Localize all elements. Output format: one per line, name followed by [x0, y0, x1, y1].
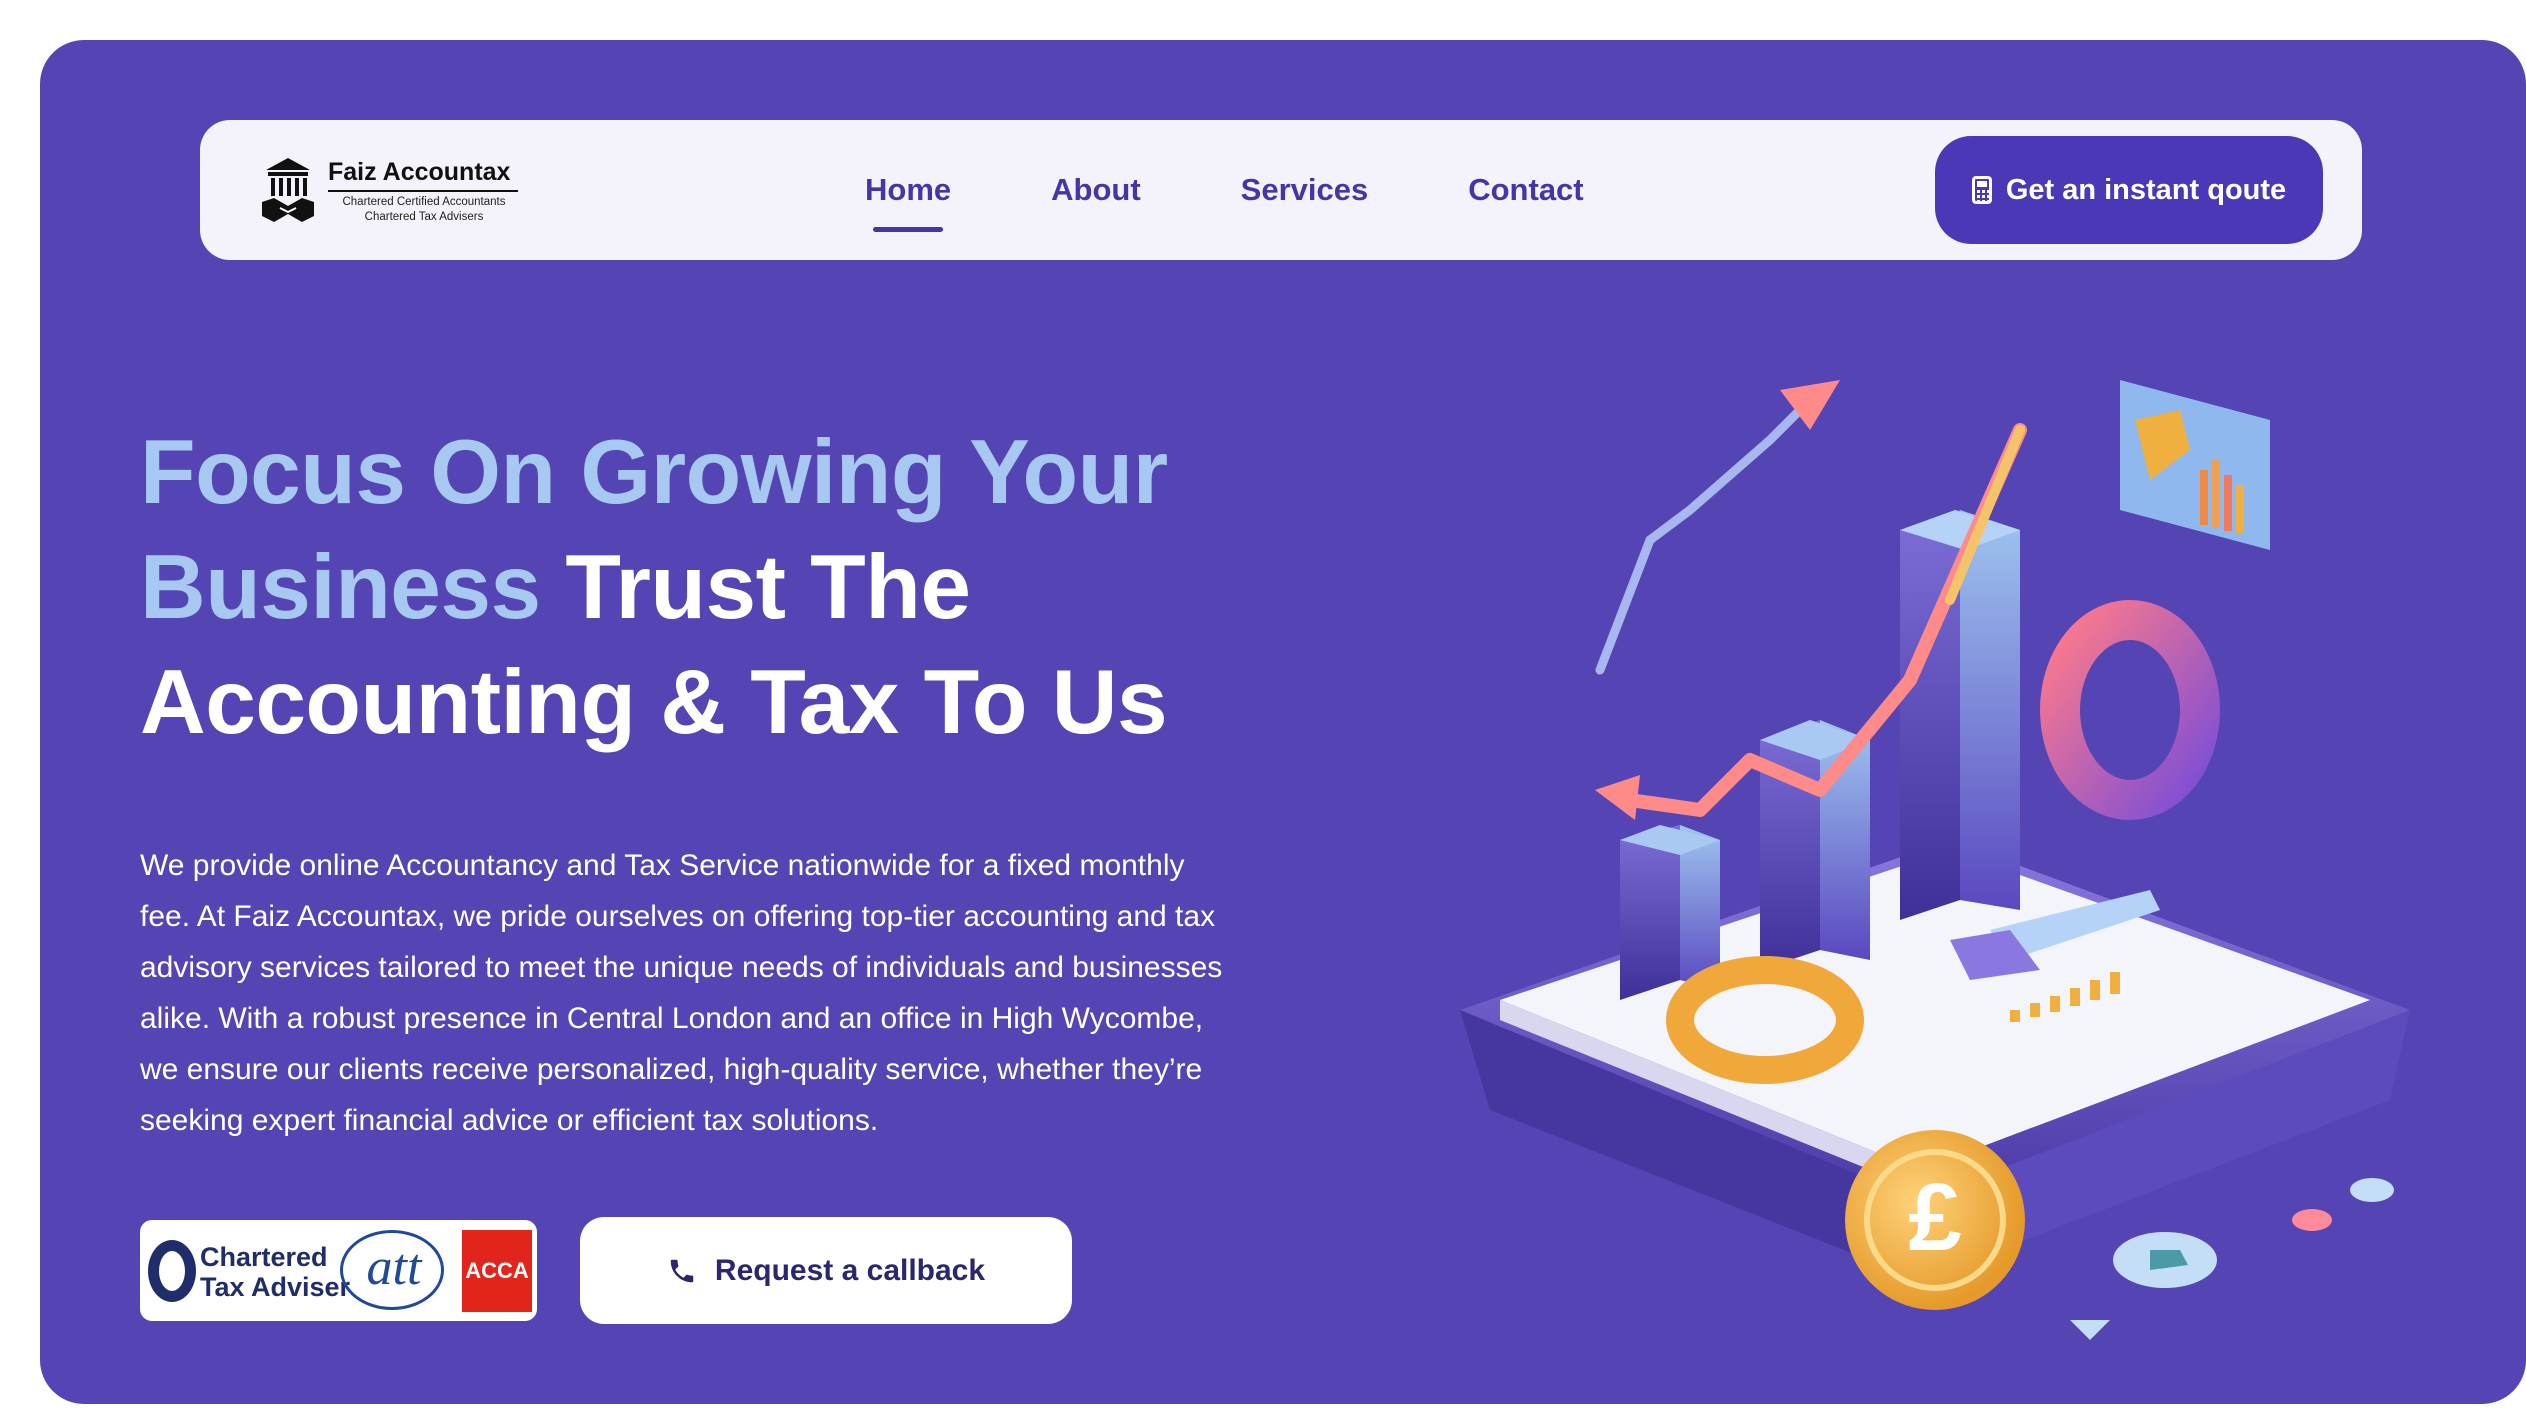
acca-logo: ACCA — [462, 1230, 532, 1312]
tax-adviser-line: Tax Adviser — [200, 1272, 351, 1302]
nav-services[interactable]: Services — [1241, 172, 1369, 208]
nav-contact[interactable]: Contact — [1468, 172, 1583, 208]
growth-chart-illustration: £ — [1460, 380, 2410, 1340]
nav-links: Home About Services Contact — [865, 120, 1684, 260]
navbar: Faiz Accountax Chartered Certified Accou… — [200, 120, 2362, 260]
chartered-tax-adviser-logo — [148, 1240, 196, 1302]
brand-tagline-tax-advisers: Chartered Tax Advisers — [364, 211, 484, 223]
svg-text:£: £ — [1908, 1164, 1961, 1271]
accreditation-badges: Chartered Tax Adviser att ACCA — [140, 1220, 537, 1321]
hero-section: Faiz Accountax Chartered Certified Accou… — [40, 40, 2526, 1404]
hero-description: We provide online Accountancy and Tax Se… — [140, 849, 1223, 1137]
chartered-line: Chartered — [200, 1242, 328, 1272]
phone-icon — [670, 1259, 694, 1282]
instant-quote-button[interactable]: Get an instant qoute — [1935, 136, 2323, 244]
att-logo-text: att — [366, 1239, 422, 1296]
request-callback-button[interactable]: Request a callback — [580, 1217, 1072, 1324]
brand-logo[interactable]: Faiz Accountax Chartered Certified Accou… — [260, 156, 550, 226]
nav-about[interactable]: About — [1051, 172, 1141, 208]
brand-name: Faiz Accountax — [328, 158, 511, 186]
brand-underline — [328, 190, 518, 192]
courthouse-handshake-icon — [262, 158, 314, 222]
instant-quote-label: Get an instant qoute — [2005, 173, 2287, 206]
calculator-icon — [1971, 176, 1992, 204]
brand-tagline-accountants: Chartered Certified Accountants — [342, 196, 506, 208]
chartered-tax-adviser-text: Chartered Tax Adviser — [200, 1242, 350, 1302]
nav-home[interactable]: Home — [865, 172, 951, 232]
request-callback-label: Request a callback — [714, 1253, 986, 1287]
hero-headline: Focus On Growing Your Business Trust The… — [140, 415, 1340, 760]
